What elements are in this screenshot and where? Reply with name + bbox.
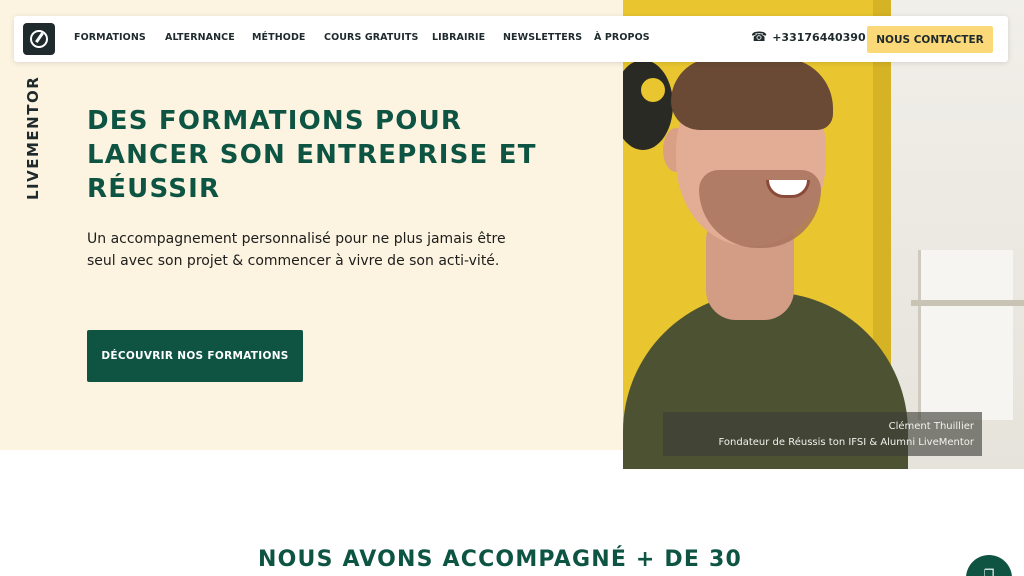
caption-name: Clément Thuillier <box>888 421 974 432</box>
phone-icon: ☎ <box>751 30 768 45</box>
chat-icon: ❐ <box>983 567 995 576</box>
discover-formations-button[interactable]: DÉCOUVRIR NOS FORMATIONS <box>87 330 303 382</box>
contact-button[interactable]: NOUS CONTACTER <box>867 26 993 53</box>
section-title: NOUS AVONS ACCOMPAGNÉ + DE 30 <box>258 547 742 572</box>
hero-photo <box>623 0 1024 469</box>
logo-icon[interactable] <box>23 23 55 55</box>
hero-background <box>0 0 623 450</box>
phone-number: +33176440390 <box>772 31 866 44</box>
nav-item-cours-gratuits[interactable]: COURS GRATUITS <box>324 32 418 43</box>
hero-title: DES FORMATIONS POUR LANCER SON ENTREPRIS… <box>87 106 537 204</box>
brand-vertical-label: LIVEMENTOR <box>24 75 42 200</box>
nav-item-librairie[interactable]: LIBRAIRIE <box>432 32 485 43</box>
top-navbar: FORMATIONS ALTERNANCE MÉTHODE COURS GRAT… <box>14 16 1008 62</box>
photo-caption: Clément Thuillier Fondateur de Réussis t… <box>663 412 982 456</box>
nav-item-newsletters[interactable]: NEWSLETTERS <box>503 32 582 43</box>
hero-subtitle: Un accompagnement personnalisé pour ne p… <box>87 231 506 269</box>
nav-item-methode[interactable]: MÉTHODE <box>252 32 306 43</box>
nav-item-formations[interactable]: FORMATIONS <box>74 32 146 43</box>
nav-item-alternance[interactable]: ALTERNANCE <box>165 32 235 43</box>
caption-role: Fondateur de Réussis ton IFSI & Alumni L… <box>718 437 975 448</box>
nav-item-a-propos[interactable]: À PROPOS <box>594 32 650 43</box>
phone-link[interactable]: ☎ +33176440390 <box>751 31 866 44</box>
